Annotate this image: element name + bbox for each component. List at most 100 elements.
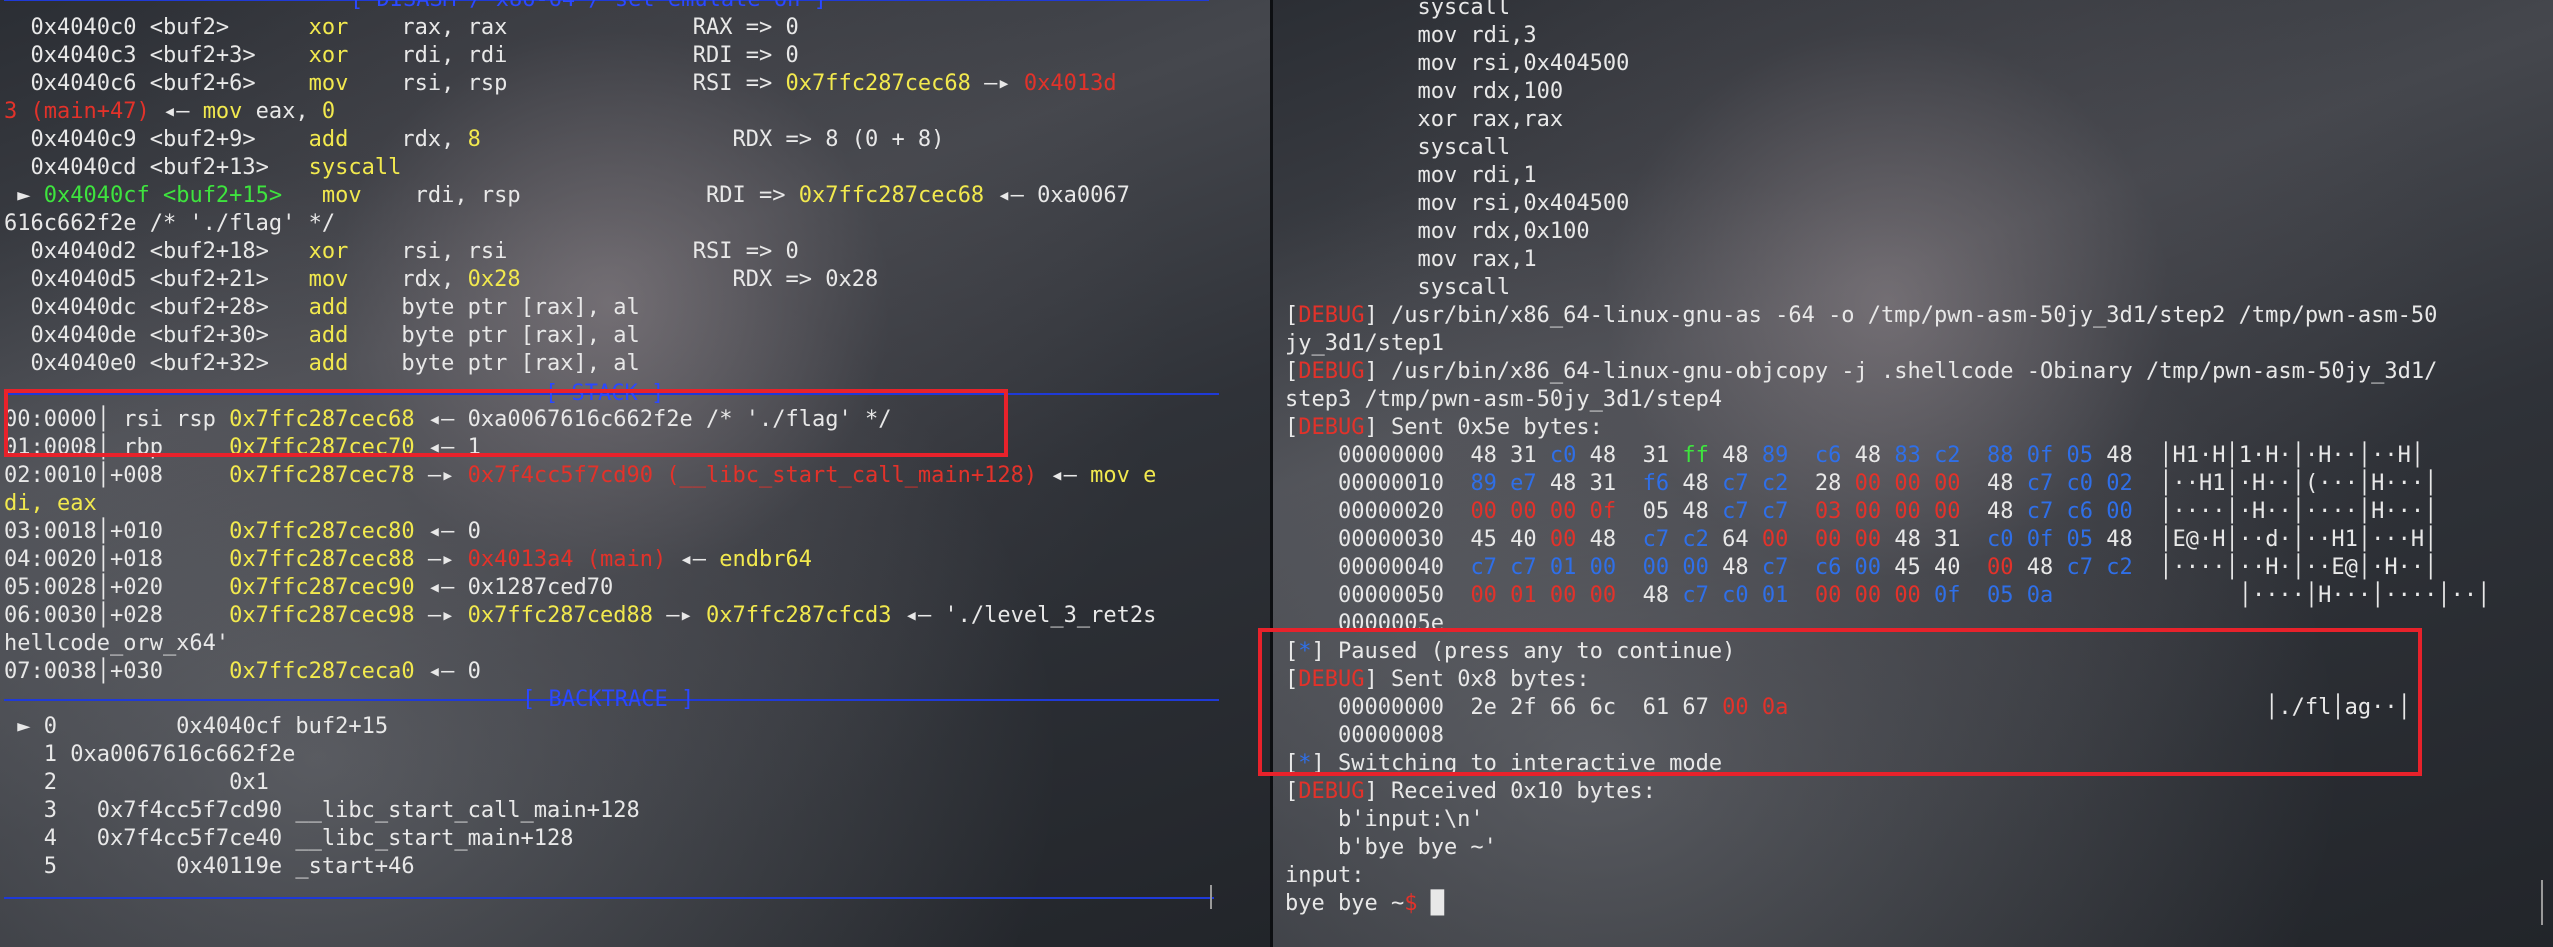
terminal-line-segment: [ [1285,415,1299,440]
disasm-line-segment: 0 [321,99,336,124]
disasm-line: 3 (main+47) ◂— mov eax, 0 [4,98,1270,126]
disasm-line-segment: rdx, [401,267,468,292]
terminal-line-segment: 00000050 [1285,583,1471,608]
disasm-line-segment: add [308,351,402,376]
stack-line-segment: endbr64 [719,547,812,572]
terminal-line-segment: │··H1│·H··│(···│H···│ [2132,471,2438,496]
disasm-line-segment: rsi, rsi [401,239,508,264]
terminal-line-segment: mov rdx,100 [1285,79,1564,104]
disasm-line-segment: 8 [467,127,481,152]
stack-line-segment: 03:0018│+010 [4,519,230,544]
disasm-line-segment: add [308,127,402,152]
disasm-line-segment: 3 (main+47) [4,99,150,124]
left-scrollbar[interactable] [1210,885,1212,909]
disasm-line-segment: RSI => 0 [507,239,799,264]
terminal-line-segment: mov rsi,0x404500 [1285,191,1630,216]
stack-line: 02:0010│+008 0x7ffc287cec78 —▸ 0x7f4cc5f… [4,462,1270,490]
disasm-line-segment: rdx, [401,127,468,152]
disasm-line-segment: rax, rax [401,15,508,40]
terminal-line-segment: c7 c7 [1722,499,1789,524]
terminal-line: [DEBUG] /usr/bin/x86_64-linux-gnu-as -64… [1285,302,2553,330]
terminal-line: mov rdx,100 [1285,78,2553,106]
right-terminal-pane[interactable]: syscall mov rdi,3 mov rsi,0x404500 mov r… [1273,0,2553,947]
disasm-line: 0x4040e0 <buf2+32> add byte ptr [rax], a… [4,350,1270,378]
right-scrollbar[interactable] [2541,880,2543,925]
stack-line: 07:0038│+030 0x7ffc287ceca0 ◂— 0 [4,658,1270,686]
stack-line-segment: ◂— 0 [414,519,481,544]
disasm-line-segment: RAX => 0 [507,15,799,40]
terminal-line-segment: 03 00 00 00 [1814,499,1961,524]
terminal-line-segment: 48 [1708,555,1762,580]
stack-line-segment: ◂— [666,547,720,572]
disasm-line: 0x4040cd <buf2+13> syscall [4,154,1270,182]
terminal-line-segment: 48 [1841,443,1895,468]
terminal-line: [DEBUG] Sent 0x5e bytes: [1285,414,2553,442]
terminal-line-segment: c7 c2 [2066,555,2133,580]
terminal-line-segment: mov rdx,0x100 [1285,219,1590,244]
stack-line-segment: 04:0020│+018 [4,547,230,572]
terminal-line: 00000040 c7 c7 01 00 00 00 48 c7 c6 00 4… [1285,554,2553,582]
disasm-line-segment: RDI => [520,183,799,208]
terminal-line-segment: 48 [1669,471,1723,496]
disasm-line: 0x4040c6 <buf2+6> mov rsi, rsp RSI => 0x… [4,70,1270,98]
terminal-line: mov rdx,0x100 [1285,218,2553,246]
stack-highlight-box [4,389,1008,457]
stack-line-segment: 0x7ffc287cec88 [229,547,415,572]
backtrace-line: 3 0x7f4cc5f7cd90 __libc_start_call_main+… [4,797,1270,825]
stack-line-segment: ◂— 0 [414,659,481,684]
disasm-line: 0x4040c3 <buf2+3> xor rdi, rdi RDI => 0 [4,42,1270,70]
terminal-line-segment: 05 48 [1616,499,1723,524]
stack-line-segment: —▸ [414,603,468,628]
stack-line-segment: hellcode_orw_x64' [4,631,230,656]
terminal-line-segment: 48 [2013,555,2067,580]
backtrace-line-segment: 3 0x7f4cc5f7cd90 __libc_start_call_main+… [4,798,640,823]
backtrace-header-label: [ BACKTRACE ] [522,687,695,712]
stack-line-segment: 07:0038│+030 [4,659,230,684]
terminal-line-segment: 00 [1987,555,2014,580]
backtrace-line: 5 0x40119e _start+46 [4,853,1270,881]
terminal-line: mov rsi,0x404500 [1285,190,2553,218]
disasm-line-segment: 0x4040c9 <buf2+9> [4,127,309,152]
stack-line-segment: 02:0010│+008 [4,463,230,488]
terminal-line-segment: ff [1682,443,1709,468]
terminal-line-segment: │····│H···│····│··│ [2053,583,2491,608]
terminal-line-segment: DEBUG [1298,303,1365,328]
disasm-line-segment: xor [308,239,402,264]
disasm-line-segment: 0x7ffc287cec68 [785,71,971,96]
terminal-line-segment: 00000030 45 40 [1285,527,1550,552]
stack-line: 04:0020│+018 0x7ffc287cec88 —▸ 0x4013a4 … [4,546,1270,574]
terminal-line-segment: │····│·H··│····│H···│ [2132,499,2438,524]
disasm-line: 0x4040dc <buf2+28> add byte ptr [rax], a… [4,294,1270,322]
backtrace-line: 2 0x1 [4,769,1270,797]
disasm-line-segment: add [308,295,402,320]
stack-line-segment: ◂— [1037,463,1091,488]
disasm-line: 0x4040d5 <buf2+21> mov rdx, 0x28 RDX => … [4,266,1270,294]
backtrace-line-segment: ► 0 0x4040cf buf2+15 [4,714,389,739]
terminal-line-segment: $ [1404,891,1431,916]
terminal-line-segment: 89 c6 [1761,443,1842,468]
disasm-line-segment: ◂— [149,99,203,124]
terminal-line-segment: b'bye bye ~' [1285,835,1497,860]
stack-line-segment: —▸ [653,603,707,628]
stack-line-segment: 0x7ffc287cec80 [229,519,415,544]
terminal-line-segment: 48 [1960,499,2027,524]
disasm-line-segment: syscall [308,155,402,180]
terminal-line-segment: mov rsi,0x404500 [1285,51,1630,76]
terminal-line-segment: f6 [1642,471,1670,496]
disasm-line-segment: byte ptr [rax], al [401,323,640,348]
disasm-line-segment: mov [202,99,256,124]
terminal-line: bye bye ~$ █ [1285,890,2553,918]
terminal-line: 00000000 48 31 c0 48 31 ff 48 89 c6 48 8… [1285,442,2553,470]
terminal-line: [DEBUG] Received 0x10 bytes: [1285,778,2553,806]
disasm-line-segment: eax, [255,99,322,124]
disasm-line-segment: RSI => [507,71,786,96]
left-terminal-pane[interactable]: [ DISASM / x86-64 / set emulate on ] 0x4… [0,0,1270,947]
terminal-line-segment: mov rdi,3 [1285,23,1537,48]
disasm-line-segment: 616c662f2e /* './flag' */ [4,211,336,236]
terminal-line-segment: 00000020 [1285,499,1471,524]
terminal-line-segment: input: [1285,863,1365,888]
terminal-line-segment: syscall [1285,135,1511,160]
terminal-line-segment: c7 c6 00 [2026,499,2133,524]
disasm-line-segment: ◂— 0xa0067 [984,183,1130,208]
terminal-line: step3 /tmp/pwn-asm-50jy_3d1/step4 [1285,386,2553,414]
